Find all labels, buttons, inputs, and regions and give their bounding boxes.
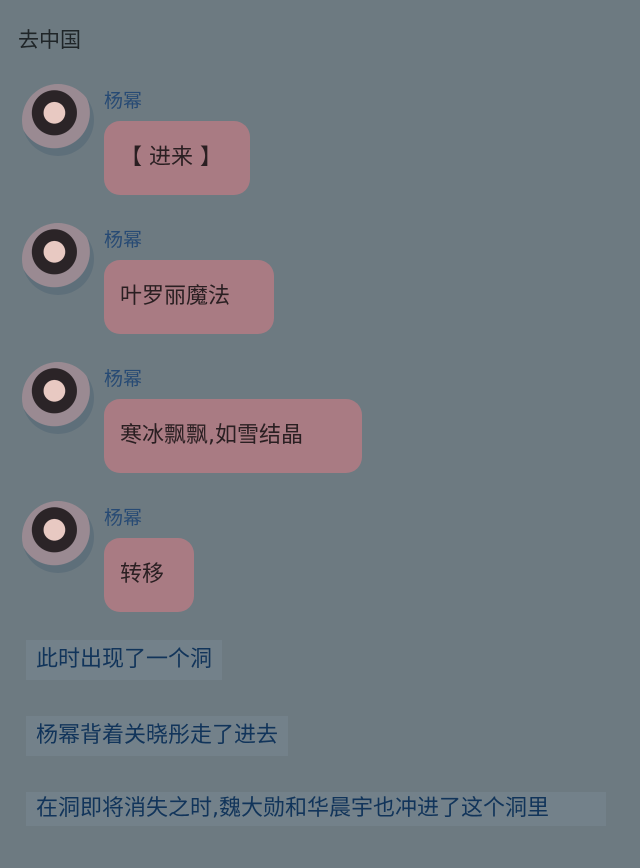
avatar[interactable] <box>22 223 94 295</box>
message-bubble[interactable]: 转移 <box>104 538 194 612</box>
avatar[interactable] <box>22 362 94 434</box>
avatar[interactable] <box>22 84 94 156</box>
sender-name: 杨幂 <box>104 229 143 251</box>
chat-message: 杨幂 【 进来 】 <box>22 84 322 204</box>
message-bubble[interactable]: 寒冰飘飘,如雪结晶 <box>104 399 362 473</box>
narration-text: 杨幂背着关晓彤走了进去 <box>26 716 289 756</box>
avatar[interactable] <box>22 501 94 573</box>
message-bubble[interactable]: 【 进来 】 <box>104 121 250 195</box>
message-bubble[interactable]: 叶罗丽魔法 <box>104 260 274 334</box>
sender-name: 杨幂 <box>104 507 143 529</box>
chat-message: 杨幂 叶罗丽魔法 <box>22 223 322 343</box>
sender-name: 杨幂 <box>104 368 143 390</box>
sender-name: 杨幂 <box>104 90 143 112</box>
chat-message: 杨幂 转移 <box>22 501 322 621</box>
top-text: 去中国 <box>18 28 81 52</box>
narration-text: 此时出现了一个洞 <box>26 640 223 680</box>
narration-text: 在洞即将消失之时,魏大勋和华晨宇也冲进了这个洞里 <box>26 792 606 826</box>
chat-message: 杨幂 寒冰飘飘,如雪结晶 <box>22 362 382 482</box>
